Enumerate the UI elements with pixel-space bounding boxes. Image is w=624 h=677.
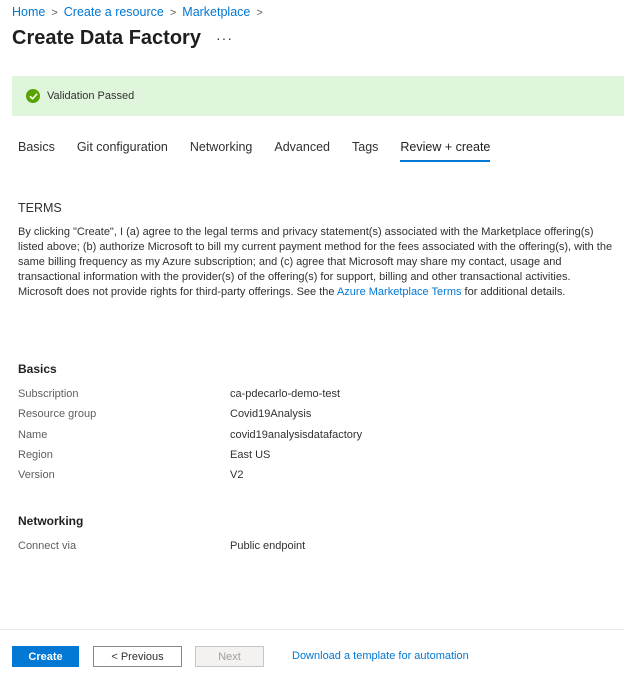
chevron-right-icon: > <box>169 7 177 19</box>
validation-banner: Validation Passed <box>12 76 624 116</box>
next-button[interactable]: Next <box>195 646 264 667</box>
summary-row-connect-via: Connect via Public endpoint <box>18 540 305 552</box>
row-value: Covid19Analysis <box>230 408 312 420</box>
summary-row-resource-group: Resource group Covid19Analysis <box>18 408 311 420</box>
previous-button[interactable]: < Previous <box>93 646 182 667</box>
tab-advanced[interactable]: Advanced <box>274 140 330 162</box>
chevron-right-icon: > <box>51 7 58 19</box>
checkmark-icon <box>26 89 40 103</box>
summary-row-name: Name covid19analysisdatafactory <box>18 429 362 441</box>
breadcrumb: Home > Create a resource > Marketplace > <box>12 5 269 19</box>
row-value: ca-pdecarlo-demo-test <box>230 388 341 400</box>
terms-text: By clicking "Create", I (a) agree to the… <box>18 225 618 300</box>
row-label: Version <box>18 469 55 481</box>
breadcrumb-create-resource-link[interactable]: Create a resource <box>64 5 164 19</box>
more-options-button[interactable]: ··· <box>216 30 233 46</box>
validation-message: Validation Passed <box>47 90 135 102</box>
tab-review-create[interactable]: Review + create <box>400 140 491 162</box>
page-title: Create Data Factory <box>12 27 201 49</box>
row-label: Region <box>18 449 53 461</box>
tab-basics[interactable]: Basics <box>18 140 55 162</box>
row-label: Subscription <box>18 388 79 400</box>
row-label: Resource group <box>18 408 97 420</box>
create-button[interactable]: Create <box>12 646 79 667</box>
row-value: covid19analysisdatafactory <box>230 429 363 441</box>
summary-row-region: Region East US <box>18 449 270 461</box>
terms-body-end: for additional details. <box>461 286 566 298</box>
row-value: East US <box>230 449 271 461</box>
breadcrumb-marketplace-link[interactable]: Marketplace <box>182 5 250 19</box>
terms-heading: TERMS <box>18 201 62 215</box>
tab-bar: Basics Git configuration Networking Adva… <box>18 140 512 162</box>
tab-networking[interactable]: Networking <box>190 140 253 162</box>
row-value: V2 <box>230 469 244 481</box>
summary-row-version: Version V2 <box>18 469 243 481</box>
download-template-link[interactable]: Download a template for automation <box>292 650 469 662</box>
networking-heading: Networking <box>18 514 84 528</box>
row-label: Name <box>18 429 48 441</box>
row-label: Connect via <box>18 540 77 552</box>
footer-divider <box>0 629 624 630</box>
tab-tags[interactable]: Tags <box>352 140 378 162</box>
tab-git-configuration[interactable]: Git configuration <box>77 140 168 162</box>
basics-heading: Basics <box>18 362 57 376</box>
azure-marketplace-terms-link[interactable]: Azure Marketplace Terms <box>337 286 462 298</box>
summary-row-subscription: Subscription ca-pdecarlo-demo-test <box>18 388 340 400</box>
chevron-right-icon: > <box>256 7 263 19</box>
row-value: Public endpoint <box>230 540 306 552</box>
breadcrumb-home-link[interactable]: Home <box>12 5 45 19</box>
